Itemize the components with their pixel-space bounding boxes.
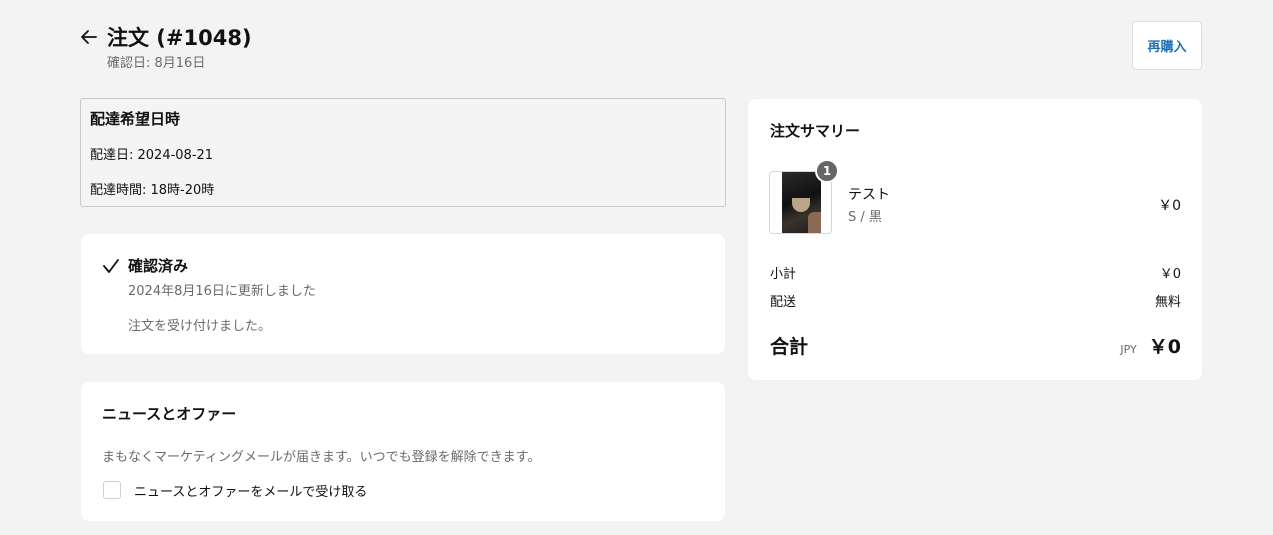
product-price: ￥0 [1158,198,1181,214]
back-arrow-icon[interactable] [79,27,99,47]
product-image [782,172,821,233]
delivery-preference-section: 配達希望日時 配達日: 2024-08-21 配達時間: 18時-20時 [80,98,726,207]
page-title: 注文 (#1048) [107,26,252,50]
delivery-heading: 配達希望日時 [90,110,181,128]
product-variant: S / 黒 [848,210,882,225]
confirmation-date: 確認日: 8月16日 [107,56,206,71]
news-heading: ニュースとオファー [102,405,237,423]
order-summary-card: 注文サマリー 1 テスト S / 黒 ￥0 小計 ￥0 配送 無料 合計 JPY… [748,99,1202,380]
news-offers-card: ニュースとオファー まもなくマーケティングメールが届きます。いつでも登録を解除で… [81,382,725,521]
quantity-badge: 1 [815,159,839,183]
summary-heading: 注文サマリー [770,122,861,140]
delivery-date: 配達日: 2024-08-21 [90,148,214,163]
shipping-value: 無料 [1154,295,1181,310]
check-icon [102,257,120,275]
reorder-button[interactable]: 再購入 [1132,21,1202,70]
shipping-row: 配送 無料 [770,291,1181,310]
total-value: ￥0 [1148,336,1181,358]
order-status-card: 確認済み 2024年8月16日に更新しました 注文を受け付けました。 [81,234,725,354]
delivery-time: 配達時間: 18時-20時 [90,183,215,198]
status-heading: 確認済み [128,257,189,275]
subtotal-value: ￥0 [1159,267,1181,282]
status-updated-date: 2024年8月16日に更新しました [128,284,316,299]
shipping-label: 配送 [770,295,797,310]
marketing-email-checkbox-label[interactable]: ニュースとオファーをメールで受け取る [134,481,367,500]
subtotal-row: 小計 ￥0 [770,263,1181,282]
marketing-email-checkbox[interactable] [103,481,121,499]
total-row: 合計 JPY ￥0 [770,332,1181,359]
currency-code: JPY [1120,343,1137,356]
total-label: 合計 [770,336,809,358]
status-message: 注文を受け付けました。 [128,319,272,334]
product-name: テスト [848,187,890,203]
subtotal-label: 小計 [770,267,797,282]
news-description: まもなくマーケティングメールが届きます。いつでも登録を解除できます。 [102,450,541,465]
